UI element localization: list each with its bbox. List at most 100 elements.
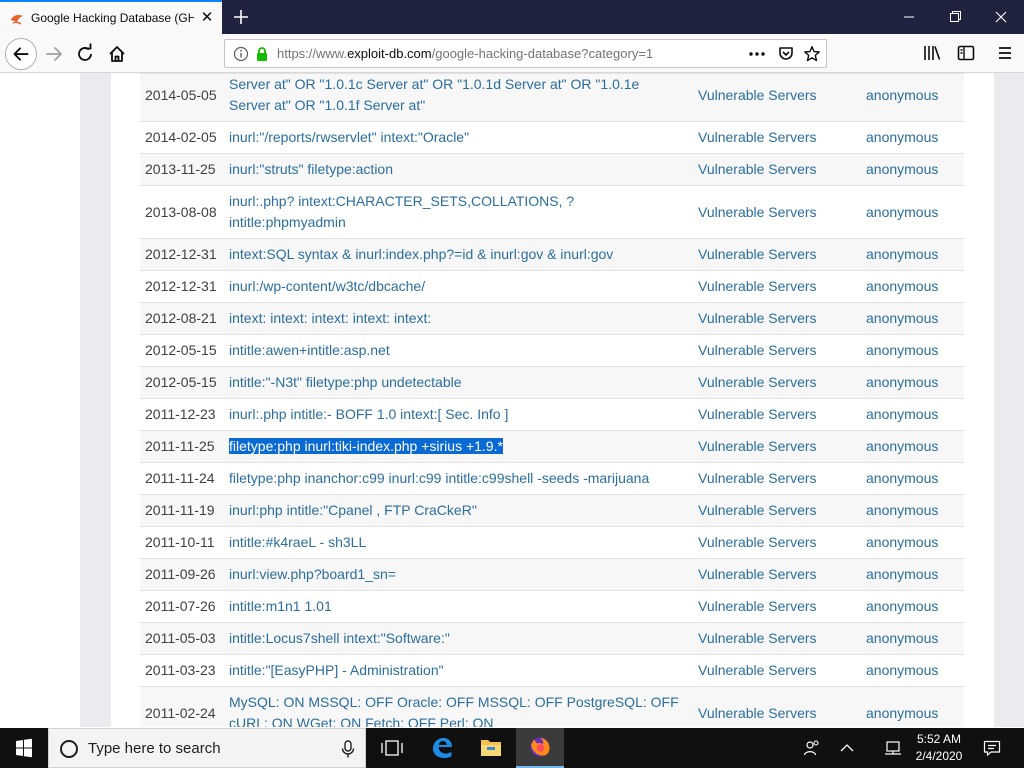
dork-link[interactable]: inurl:view.php?board1_sn= <box>229 566 396 582</box>
category-link[interactable]: Vulnerable Servers <box>698 502 817 518</box>
date-cell: 2011-07-26 <box>140 590 229 623</box>
author-link[interactable]: anonymous <box>866 502 938 518</box>
dork-link[interactable]: intext:SQL syntax & inurl:index.php?=id … <box>229 246 613 262</box>
new-tab-plus-icon[interactable] <box>229 5 253 29</box>
author-link[interactable]: anonymous <box>866 438 938 454</box>
author-link[interactable]: anonymous <box>866 161 938 177</box>
dork-link[interactable]: intitle:awen+intitle:asp.net <box>229 342 390 358</box>
browser-titlebar: Google Hacking Database (GHDB) ✕ <box>0 0 1024 34</box>
file-explorer-icon[interactable] <box>467 728 515 768</box>
author-cell: anonymous <box>866 270 964 303</box>
category-cell: Vulnerable Servers <box>698 398 866 431</box>
dork-cell: intitle:m1n1 1.01 <box>229 590 698 623</box>
dork-link[interactable]: intitle:m1n1 1.01 <box>229 598 332 614</box>
dork-link[interactable]: filetype:php inurl:tiki-index.php +siriu… <box>229 438 503 454</box>
author-link[interactable]: anonymous <box>866 470 938 486</box>
author-link[interactable]: anonymous <box>866 342 938 358</box>
author-link[interactable]: anonymous <box>866 598 938 614</box>
page-actions-ellipsis-icon[interactable] <box>747 45 767 63</box>
dork-link[interactable]: intitle:"-N3t" filetype:php undetectable <box>229 374 462 390</box>
author-link[interactable]: anonymous <box>866 662 938 678</box>
author-link[interactable]: anonymous <box>866 129 938 145</box>
people-icon[interactable] <box>802 738 822 758</box>
dork-link[interactable]: inurl:"/reports/rwservlet" intext:"Oracl… <box>229 129 469 145</box>
library-icon[interactable] <box>922 43 942 63</box>
reload-icon[interactable] <box>70 39 100 69</box>
category-link[interactable]: Vulnerable Servers <box>698 129 817 145</box>
author-link[interactable]: anonymous <box>866 566 938 582</box>
bookmark-star-icon[interactable] <box>803 45 821 63</box>
dork-link[interactable]: intitle:#k4raeL - sh3LL <box>229 534 366 550</box>
category-link[interactable]: Vulnerable Servers <box>698 278 817 294</box>
category-link[interactable]: Vulnerable Servers <box>698 204 817 220</box>
home-icon[interactable] <box>102 39 132 69</box>
network-icon[interactable] <box>884 738 904 758</box>
microphone-icon[interactable] <box>339 739 357 759</box>
category-link[interactable]: Vulnerable Servers <box>698 438 817 454</box>
category-link[interactable]: Vulnerable Servers <box>698 630 817 646</box>
windows-start-icon[interactable] <box>0 728 48 768</box>
category-link[interactable]: Vulnerable Servers <box>698 406 817 422</box>
author-link[interactable]: anonymous <box>866 278 938 294</box>
author-link[interactable]: anonymous <box>866 87 938 103</box>
secure-lock-icon[interactable] <box>254 46 270 62</box>
pocket-icon[interactable] <box>777 45 795 63</box>
firefox-taskbar-icon[interactable] <box>516 728 564 768</box>
category-link[interactable]: Vulnerable Servers <box>698 598 817 614</box>
dork-link[interactable]: Server at" OR "1.0.1c Server at" OR "1.0… <box>229 76 639 113</box>
address-bar[interactable]: https://www.exploit-db.com/google-hackin… <box>224 39 827 68</box>
author-link[interactable]: anonymous <box>866 406 938 422</box>
category-link[interactable]: Vulnerable Servers <box>698 87 817 103</box>
back-arrow-icon[interactable] <box>5 38 37 70</box>
dork-link[interactable]: inurl:.php intitle:- BOFF 1.0 intext:[ S… <box>229 406 508 422</box>
dork-link[interactable]: inurl:/wp-content/w3tc/dbcache/ <box>229 278 425 294</box>
restore-window-icon[interactable] <box>932 0 978 34</box>
hamburger-menu-icon[interactable] <box>995 43 1015 63</box>
url-text[interactable]: https://www.exploit-db.com/google-hackin… <box>277 46 653 61</box>
author-link[interactable]: anonymous <box>866 310 938 326</box>
dork-cell: intitle:"[EasyPHP] - Administration" <box>229 654 698 687</box>
dork-link[interactable]: intext: intext: intext: intext: intext: <box>229 310 431 326</box>
author-link[interactable]: anonymous <box>866 630 938 646</box>
close-window-icon[interactable] <box>978 0 1024 34</box>
category-link[interactable]: Vulnerable Servers <box>698 310 817 326</box>
category-link[interactable]: Vulnerable Servers <box>698 566 817 582</box>
author-link[interactable]: anonymous <box>866 534 938 550</box>
category-link[interactable]: Vulnerable Servers <box>698 161 817 177</box>
category-link[interactable]: Vulnerable Servers <box>698 342 817 358</box>
dork-cell: MySQL: ON MSSQL: OFF Oracle: OFF MSSQL: … <box>229 686 698 727</box>
edge-browser-icon[interactable] <box>418 728 466 768</box>
category-link[interactable]: Vulnerable Servers <box>698 705 817 721</box>
sidebar-toggle-icon[interactable] <box>956 43 976 63</box>
site-info-icon[interactable] <box>233 46 249 62</box>
taskbar-search-box[interactable]: Type here to search <box>48 728 366 768</box>
author-link[interactable]: anonymous <box>866 705 938 721</box>
category-link[interactable]: Vulnerable Servers <box>698 374 817 390</box>
dork-link[interactable]: inurl:php intitle:"Cpanel , FTP CraCkeR" <box>229 502 477 518</box>
tab-close-icon[interactable]: ✕ <box>199 10 215 26</box>
action-center-notification-icon[interactable] <box>982 738 1002 758</box>
dork-link[interactable]: MySQL: ON MSSQL: OFF Oracle: OFF MSSQL: … <box>229 694 679 727</box>
active-tab[interactable]: Google Hacking Database (GHDB) ✕ <box>0 0 222 34</box>
category-link[interactable]: Vulnerable Servers <box>698 470 817 486</box>
dork-link[interactable]: inurl:"struts" filetype:action <box>229 161 393 177</box>
table-row: 2012-05-15 intitle:awen+intitle:asp.net Vu… <box>140 334 964 367</box>
dork-link[interactable]: inurl:.php? intext:CHARACTER_SETS,COLLAT… <box>229 193 574 230</box>
category-cell: Vulnerable Servers <box>698 270 866 303</box>
category-link[interactable]: Vulnerable Servers <box>698 246 817 262</box>
category-link[interactable]: Vulnerable Servers <box>698 534 817 550</box>
dork-link[interactable]: intitle:"[EasyPHP] - Administration" <box>229 662 444 678</box>
dork-link[interactable]: intitle:Locus7shell intext:"Software:" <box>229 630 450 646</box>
dork-link[interactable]: filetype:php inanchor:c99 inurl:c99 inti… <box>229 470 649 486</box>
author-link[interactable]: anonymous <box>866 374 938 390</box>
author-link[interactable]: anonymous <box>866 204 938 220</box>
web-page-viewport[interactable]: 2014-05-05 Server at" OR "1.0.1c Server a… <box>0 73 1024 727</box>
minimize-window-icon[interactable] <box>886 0 932 34</box>
task-view-icon[interactable] <box>368 728 416 768</box>
author-link[interactable]: anonymous <box>866 246 938 262</box>
category-link[interactable]: Vulnerable Servers <box>698 662 817 678</box>
forward-arrow-icon[interactable] <box>39 39 69 69</box>
system-clock[interactable]: 5:52 AM 2/4/2020 <box>908 731 970 765</box>
show-hidden-icons-chevron-icon[interactable] <box>837 738 857 758</box>
table-row: 2014-05-05 Server at" OR "1.0.1c Server a… <box>140 73 964 122</box>
